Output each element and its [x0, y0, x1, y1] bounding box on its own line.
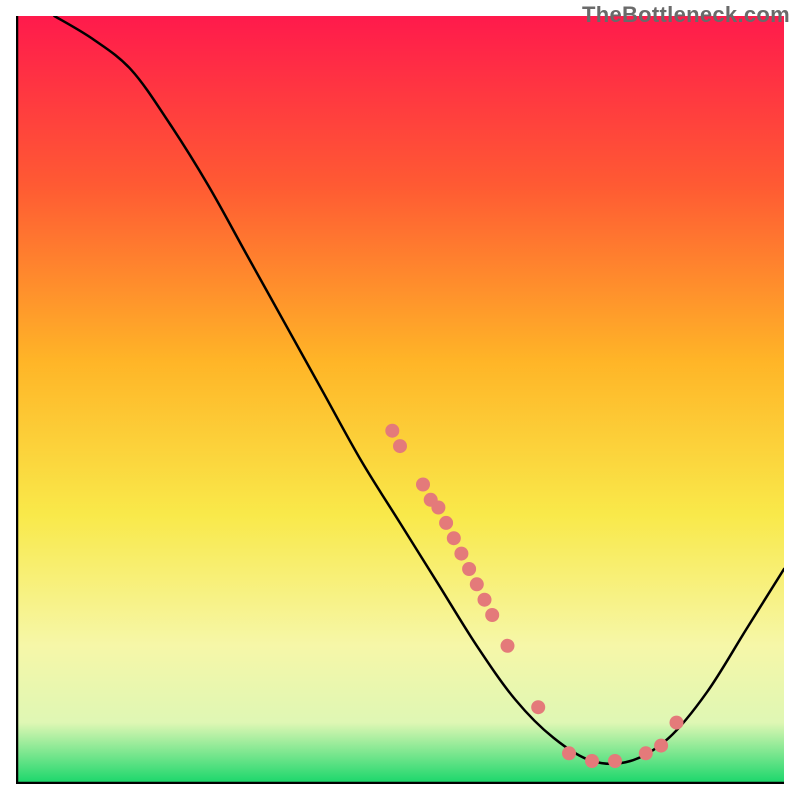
chart-root: TheBottleneck.com — [0, 0, 800, 800]
watermark-text: TheBottleneck.com — [582, 2, 790, 28]
plot-area — [16, 16, 784, 784]
axes-svg — [16, 16, 784, 784]
axis-frame — [17, 16, 784, 783]
